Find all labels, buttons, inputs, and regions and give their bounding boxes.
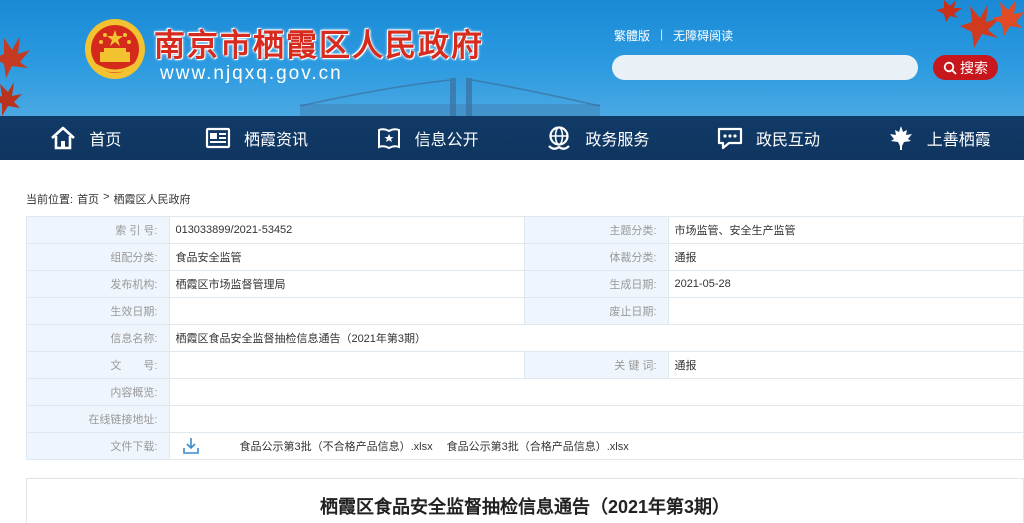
meta-value bbox=[169, 378, 1024, 406]
article-title: 栖霞区食品安全监督抽检信息通告（2021年第3期） bbox=[319, 497, 731, 517]
meta-label: 文 号: bbox=[25, 351, 171, 379]
downloads-list: 食品公示第3批（不合格产品信息）.xlsx 食品公示第3批（合格产品信息）.xl… bbox=[175, 436, 1018, 456]
article-container: 栖霞区食品安全监督抽检信息通告（2021年第3期） bbox=[26, 478, 1024, 523]
bridge-skyline-decoration bbox=[300, 78, 600, 116]
search-input[interactable] bbox=[612, 55, 918, 80]
main-nav: 首页 栖霞资讯 信息公开 政务服务 政民互动 上善栖霞 bbox=[0, 116, 1024, 160]
nav-item-gov-service[interactable]: 政务服务 bbox=[512, 116, 683, 160]
download-icon[interactable] bbox=[181, 436, 201, 456]
search-button-label: 搜索 bbox=[960, 59, 988, 76]
service-globe-icon bbox=[548, 126, 571, 150]
meta-value: 通报 bbox=[668, 243, 1024, 271]
meta-label: 内容概览: bbox=[25, 378, 171, 406]
meta-label: 组配分类: bbox=[25, 243, 171, 271]
national-emblem-icon bbox=[85, 19, 145, 79]
table-row: 生效日期: 废止日期: bbox=[25, 297, 1024, 325]
search-icon bbox=[943, 61, 957, 75]
downloads-cell: 食品公示第3批（不合格产品信息）.xlsx 食品公示第3批（合格产品信息）.xl… bbox=[169, 432, 1024, 460]
meta-label: 发布机构: bbox=[25, 270, 171, 298]
download-link-unqualified[interactable]: 食品公示第3批（不合格产品信息）.xlsx bbox=[239, 438, 432, 454]
breadcrumb-prefix: 当前位置: bbox=[26, 194, 74, 206]
table-row: 信息名称: 栖霞区食品安全监督抽检信息通告（2021年第3期） bbox=[25, 324, 1024, 352]
meta-label: 生成日期: bbox=[523, 270, 670, 298]
top-links: 繁體版 | 无障碍阅读 bbox=[614, 27, 733, 44]
table-row: 发布机构: 栖霞区市场监督管理局 生成日期: 2021-05-28 bbox=[25, 270, 1024, 298]
traditional-chinese-link[interactable]: 繁體版 bbox=[614, 27, 650, 44]
table-row: 文 号: 关 键 词: 通报 bbox=[25, 351, 1024, 379]
meta-value: 市场监管、安全生产监管 bbox=[668, 216, 1024, 244]
meta-value: 013033899/2021-53452 bbox=[169, 216, 525, 244]
home-icon bbox=[51, 126, 76, 150]
document-meta-table: 索 引 号: 013033899/2021-53452 主题分类: 市场监管、安… bbox=[25, 216, 1024, 460]
info-book-icon bbox=[377, 128, 400, 150]
search-button[interactable]: 搜索 bbox=[933, 55, 998, 80]
meta-label: 主题分类: bbox=[523, 216, 670, 244]
accessibility-link[interactable]: 无障碍阅读 bbox=[673, 27, 733, 44]
meta-value: 栖霞区市场监督管理局 bbox=[169, 270, 525, 298]
nav-label: 政务服务 bbox=[585, 132, 650, 149]
nav-item-interaction[interactable]: 政民互动 bbox=[683, 116, 854, 160]
breadcrumb-separator: > bbox=[103, 191, 110, 203]
table-row: 内容概览: bbox=[25, 378, 1024, 406]
meta-value: 通报 bbox=[668, 351, 1024, 379]
meta-label: 索 引 号: bbox=[25, 216, 171, 244]
nav-label: 上善栖霞 bbox=[926, 132, 991, 149]
meta-label: 废止日期: bbox=[523, 297, 670, 325]
meta-label: 生效日期: bbox=[25, 297, 171, 325]
meta-value bbox=[169, 351, 525, 379]
table-row: 索 引 号: 013033899/2021-53452 主题分类: 市场监管、安… bbox=[25, 216, 1024, 244]
nav-item-news[interactable]: 栖霞资讯 bbox=[171, 116, 342, 160]
nav-item-info-disclosure[interactable]: 信息公开 bbox=[341, 116, 512, 160]
chat-icon bbox=[717, 127, 743, 150]
nav-label: 首页 bbox=[89, 132, 122, 149]
meta-value: 2021-05-28 bbox=[668, 270, 1024, 298]
meta-value bbox=[169, 405, 1024, 433]
nav-label: 政民互动 bbox=[756, 132, 821, 149]
meta-value: 食品安全监管 bbox=[169, 243, 525, 271]
breadcrumb-current[interactable]: 栖霞区人民政府 bbox=[114, 191, 191, 207]
nav-label: 信息公开 bbox=[414, 132, 479, 149]
meta-label: 体裁分类: bbox=[523, 243, 670, 271]
download-link-qualified[interactable]: 食品公示第3批（合格产品信息）.xlsx bbox=[447, 438, 629, 454]
maple-leaf-decoration-left bbox=[0, 36, 30, 116]
breadcrumb: 当前位置: 首页 > 栖霞区人民政府 bbox=[26, 191, 191, 207]
table-row: 组配分类: 食品安全监管 体裁分类: 通报 bbox=[25, 243, 1024, 271]
table-row: 在线链接地址: bbox=[25, 405, 1024, 433]
meta-value bbox=[169, 297, 525, 325]
table-row: 文件下载: 食品公示第3批（不合格产品信息）.xlsx 食品公示第3批（合格产品… bbox=[25, 432, 1024, 460]
breadcrumb-home[interactable]: 首页 bbox=[77, 191, 99, 207]
link-separator: | bbox=[660, 27, 664, 41]
nav-item-home[interactable]: 首页 bbox=[0, 116, 171, 160]
meta-label: 信息名称: bbox=[25, 324, 171, 352]
meta-label: 在线链接地址: bbox=[25, 405, 171, 433]
maple-leaf-icon bbox=[889, 126, 912, 150]
meta-value: 栖霞区食品安全监督抽检信息通告（2021年第3期） bbox=[169, 324, 1024, 352]
site-url: www.njqxq.gov.cn bbox=[160, 63, 343, 84]
nav-item-shangshan-qixia[interactable]: 上善栖霞 bbox=[853, 116, 1024, 160]
meta-label: 关 键 词: bbox=[523, 351, 670, 379]
nav-label: 栖霞资讯 bbox=[244, 132, 309, 149]
maple-leaf-decoration-right bbox=[936, 0, 1024, 48]
site-header: 南京市栖霞区人民政府 www.njqxq.gov.cn 繁體版 | 无障碍阅读 … bbox=[0, 0, 1024, 116]
meta-value bbox=[668, 297, 1024, 325]
meta-label: 文件下载: bbox=[25, 432, 171, 460]
site-title[interactable]: 南京市栖霞区人民政府 bbox=[154, 20, 484, 65]
news-icon bbox=[205, 127, 231, 149]
